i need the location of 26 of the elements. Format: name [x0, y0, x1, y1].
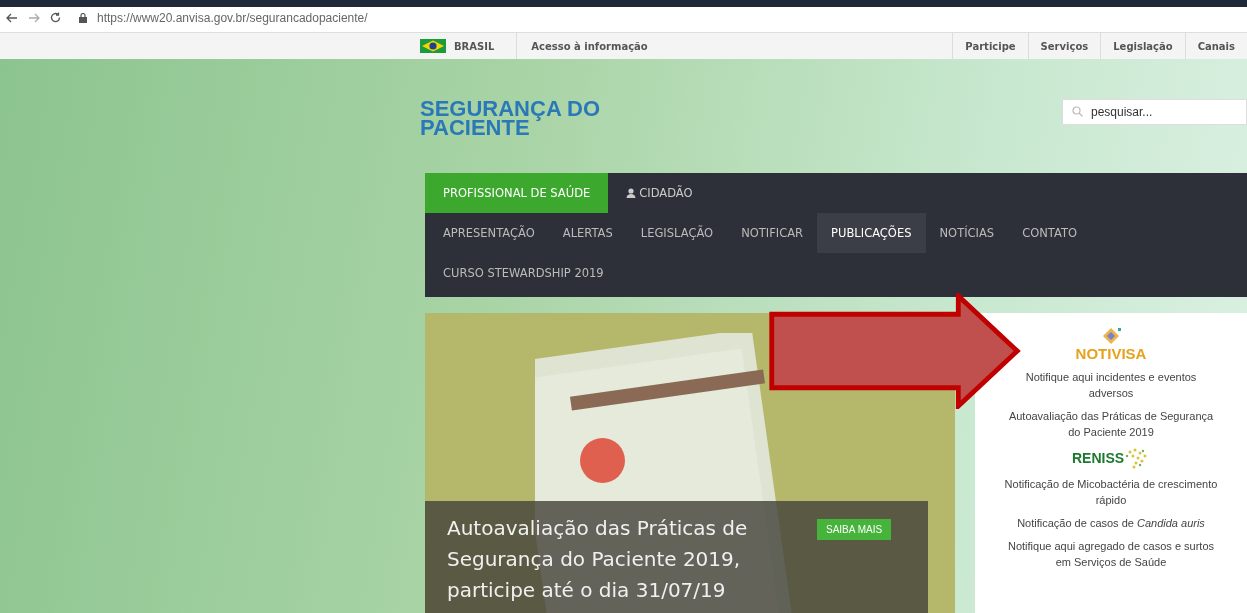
lock-icon: [79, 12, 87, 23]
sidebar-link[interactable]: Notificação de Micobactéria de crescimento rápido: [1002, 476, 1220, 508]
flag-icon: [420, 39, 446, 53]
menu-item[interactable]: PUBLICAÇÕES: [817, 213, 926, 253]
back-icon[interactable]: [6, 12, 18, 23]
search-icon: [1072, 106, 1083, 117]
menu-item[interactable]: CURSO STEWARDSHIP 2019: [429, 253, 618, 293]
menu-item[interactable]: CONTATO: [1008, 213, 1092, 253]
gov-link[interactable]: Acesso à informação: [531, 40, 648, 52]
person-icon: [626, 188, 637, 198]
reload-icon[interactable]: [50, 12, 61, 23]
menu-item[interactable]: NOTÍCIAS: [925, 213, 1009, 253]
sidebar-link[interactable]: Notifique aqui incidentes e eventos adversos: [1002, 369, 1220, 401]
search-field[interactable]: pesquisar...: [1062, 99, 1247, 125]
sidebar-link[interactable]: Autoavaliação das Práticas de Segurança do Paciente 2019: [1002, 408, 1220, 440]
sidebar-link[interactable]: Notificação de casos de Candida auris: [1002, 515, 1220, 531]
reniss-logo[interactable]: RENISS: [1071, 447, 1151, 469]
sidebar-link[interactable]: Notifique aqui agregado de casos e surtos em Serviços de Saúde: [1002, 538, 1220, 570]
audience-tab[interactable]: CIDADÃO: [608, 173, 711, 213]
menu-item[interactable]: NOTIFICAR: [727, 213, 818, 253]
country-link[interactable]: BRASIL: [454, 40, 495, 52]
menu-item[interactable]: APRESENTAÇÃO: [429, 213, 549, 253]
menu-item[interactable]: ALERTAS: [548, 213, 627, 253]
menu-item[interactable]: LEGISLAÇÃO: [626, 213, 728, 253]
banner-title[interactable]: Autoavaliação das Práticas de Segurança do Paciente 2019, participe até o dia 31/07/19: [447, 513, 817, 606]
address-bar[interactable]: https://www20.anvisa.gov.br/segurancadopaciente/: [97, 10, 368, 25]
